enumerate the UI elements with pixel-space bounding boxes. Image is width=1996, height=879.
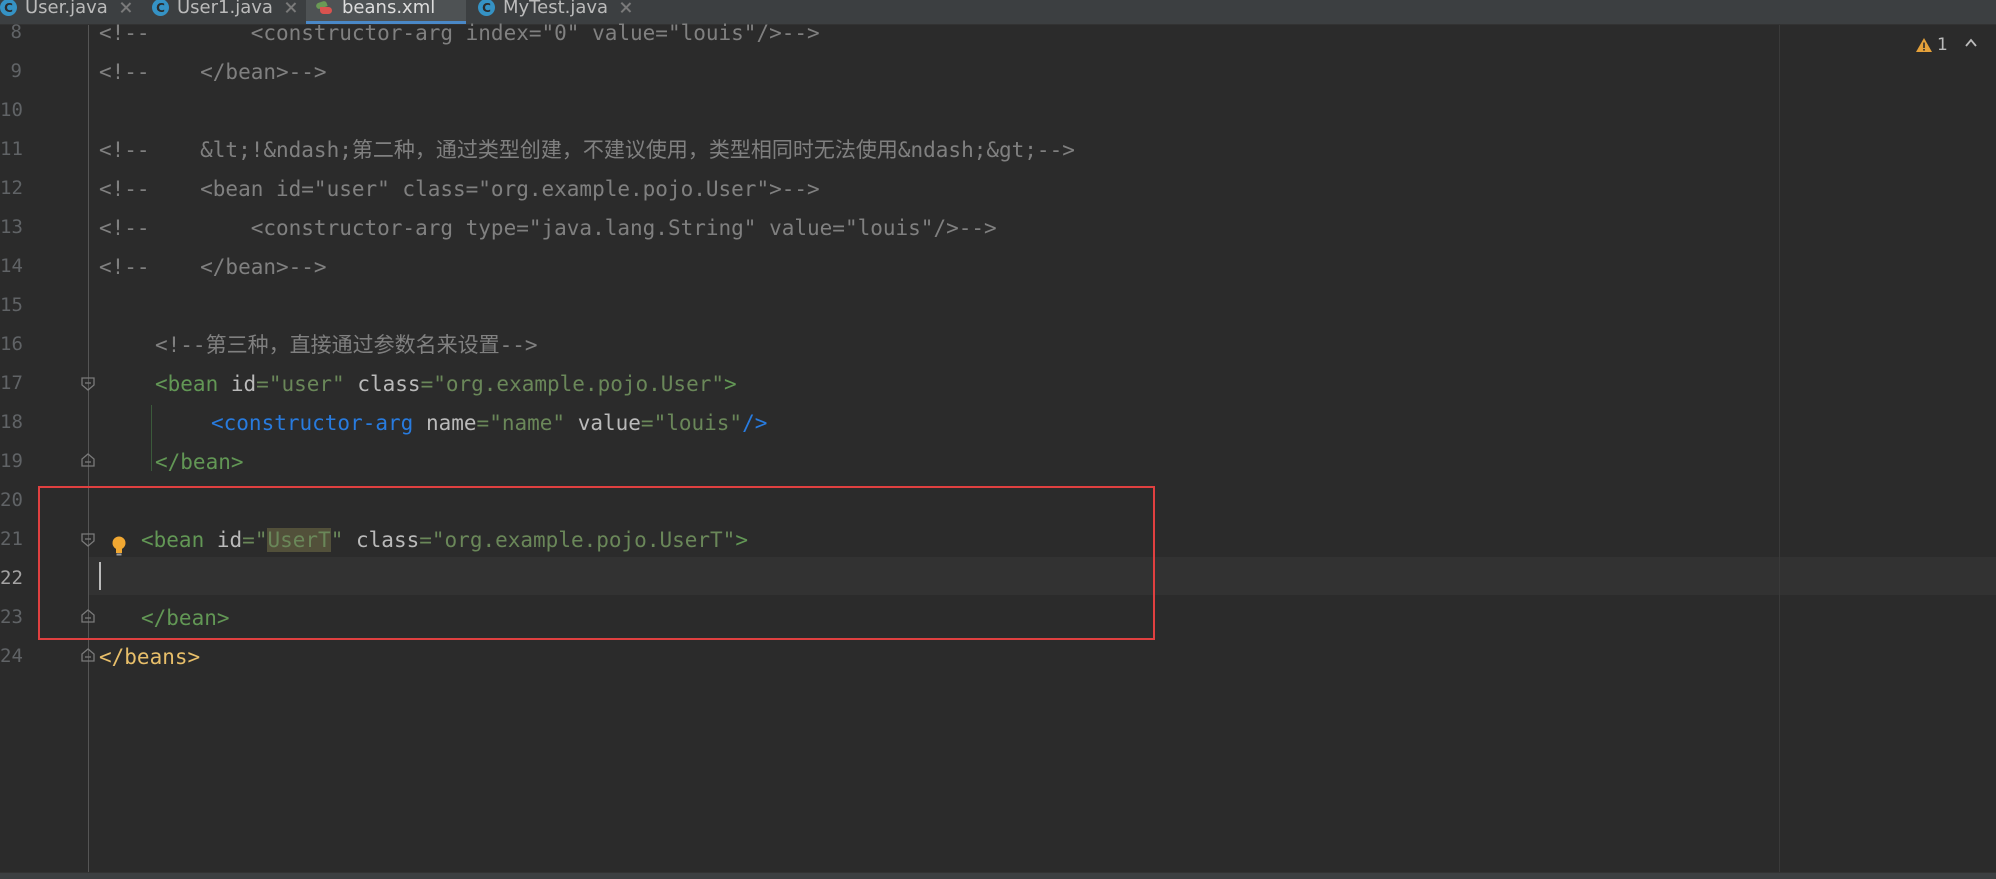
code-line-16: <!--第三种，直接通过参数名来设置--> bbox=[155, 333, 538, 357]
line-number: 18 bbox=[0, 411, 23, 433]
code-line-24: </beans> bbox=[99, 645, 201, 669]
xml-eq: = bbox=[256, 372, 269, 396]
xml-attr: class bbox=[357, 372, 421, 396]
xml-value: "louis" bbox=[653, 411, 743, 435]
xml-attr: value bbox=[577, 411, 641, 435]
warning-count: 1 bbox=[1937, 35, 1948, 55]
java-class-icon: C bbox=[0, 0, 17, 16]
line-number: 16 bbox=[0, 333, 23, 355]
code-line-13: <!-- <constructor-arg type="java.lang.St… bbox=[99, 216, 997, 240]
xml-file-icon bbox=[314, 0, 334, 16]
annotation-highlight-box bbox=[38, 486, 1155, 640]
close-icon[interactable] bbox=[118, 0, 134, 16]
close-icon[interactable] bbox=[618, 0, 634, 16]
xml-eq: = bbox=[640, 411, 654, 435]
line-number: 21 bbox=[0, 528, 23, 550]
tab-label: MyTest.java bbox=[503, 0, 609, 18]
line-number: 13 bbox=[0, 216, 23, 238]
code-line-9: <!-- </bean>--> bbox=[99, 60, 327, 84]
close-icon[interactable] bbox=[283, 0, 299, 16]
line-number: 14 bbox=[0, 255, 23, 277]
tab-label: User1.java bbox=[177, 0, 273, 18]
code-line-8: <!-- <constructor-arg index="0" value="l… bbox=[99, 21, 820, 45]
line-number-current: 22 bbox=[0, 567, 23, 589]
inspection-widget[interactable]: 1 bbox=[1915, 35, 1948, 55]
line-number: 15 bbox=[0, 294, 23, 316]
java-class-icon: C bbox=[152, 0, 169, 16]
tab-label: User.java bbox=[25, 0, 108, 18]
code-line-11: <!-- &lt;!&ndash;第二种，通过类型创建，不建议使用，类型相同时无… bbox=[99, 138, 1075, 162]
java-class-icon: C bbox=[478, 0, 495, 16]
line-number: 11 bbox=[0, 138, 23, 160]
xml-attr: id bbox=[230, 372, 257, 396]
chevron-up-icon[interactable] bbox=[1963, 35, 1979, 51]
xml-value: "name" bbox=[489, 411, 566, 435]
code-line-19: </bean> bbox=[155, 450, 244, 474]
code-line-12: <!-- <bean id="user" class="org.example.… bbox=[99, 177, 820, 201]
xml-eq: = bbox=[476, 411, 490, 435]
xml-attr: name bbox=[425, 411, 477, 435]
line-number: 12 bbox=[0, 177, 23, 199]
code-editor[interactable]: <!-- <constructor-arg index="0" value="l… bbox=[89, 21, 1996, 872]
line-number: 23 bbox=[0, 606, 23, 628]
line-number: 19 bbox=[0, 450, 23, 472]
line-number: 8 bbox=[10, 21, 22, 43]
xml-value: "org.example.pojo.User" bbox=[433, 372, 725, 396]
line-number: 9 bbox=[10, 60, 22, 82]
code-line-18: <constructor-arg name="name" value="loui… bbox=[211, 408, 767, 438]
xml-value: "user" bbox=[268, 372, 345, 396]
line-number: 24 bbox=[0, 645, 23, 667]
line-number: 20 bbox=[0, 489, 23, 511]
code-line-17: <bean id="user" class="org.example.pojo.… bbox=[155, 369, 737, 399]
warning-icon bbox=[1916, 38, 1932, 52]
xml-tag: <constructor-arg bbox=[211, 411, 414, 435]
xml-tag-close: > bbox=[724, 372, 737, 396]
tab-label: beans.xml bbox=[342, 0, 436, 18]
xml-tag: <bean bbox=[155, 372, 219, 396]
code-line-14: <!-- </bean>--> bbox=[99, 255, 327, 279]
xml-eq: = bbox=[420, 372, 434, 396]
line-number: 10 bbox=[0, 99, 23, 121]
xml-tag-close: /> bbox=[742, 411, 768, 435]
line-number: 17 bbox=[0, 372, 23, 394]
